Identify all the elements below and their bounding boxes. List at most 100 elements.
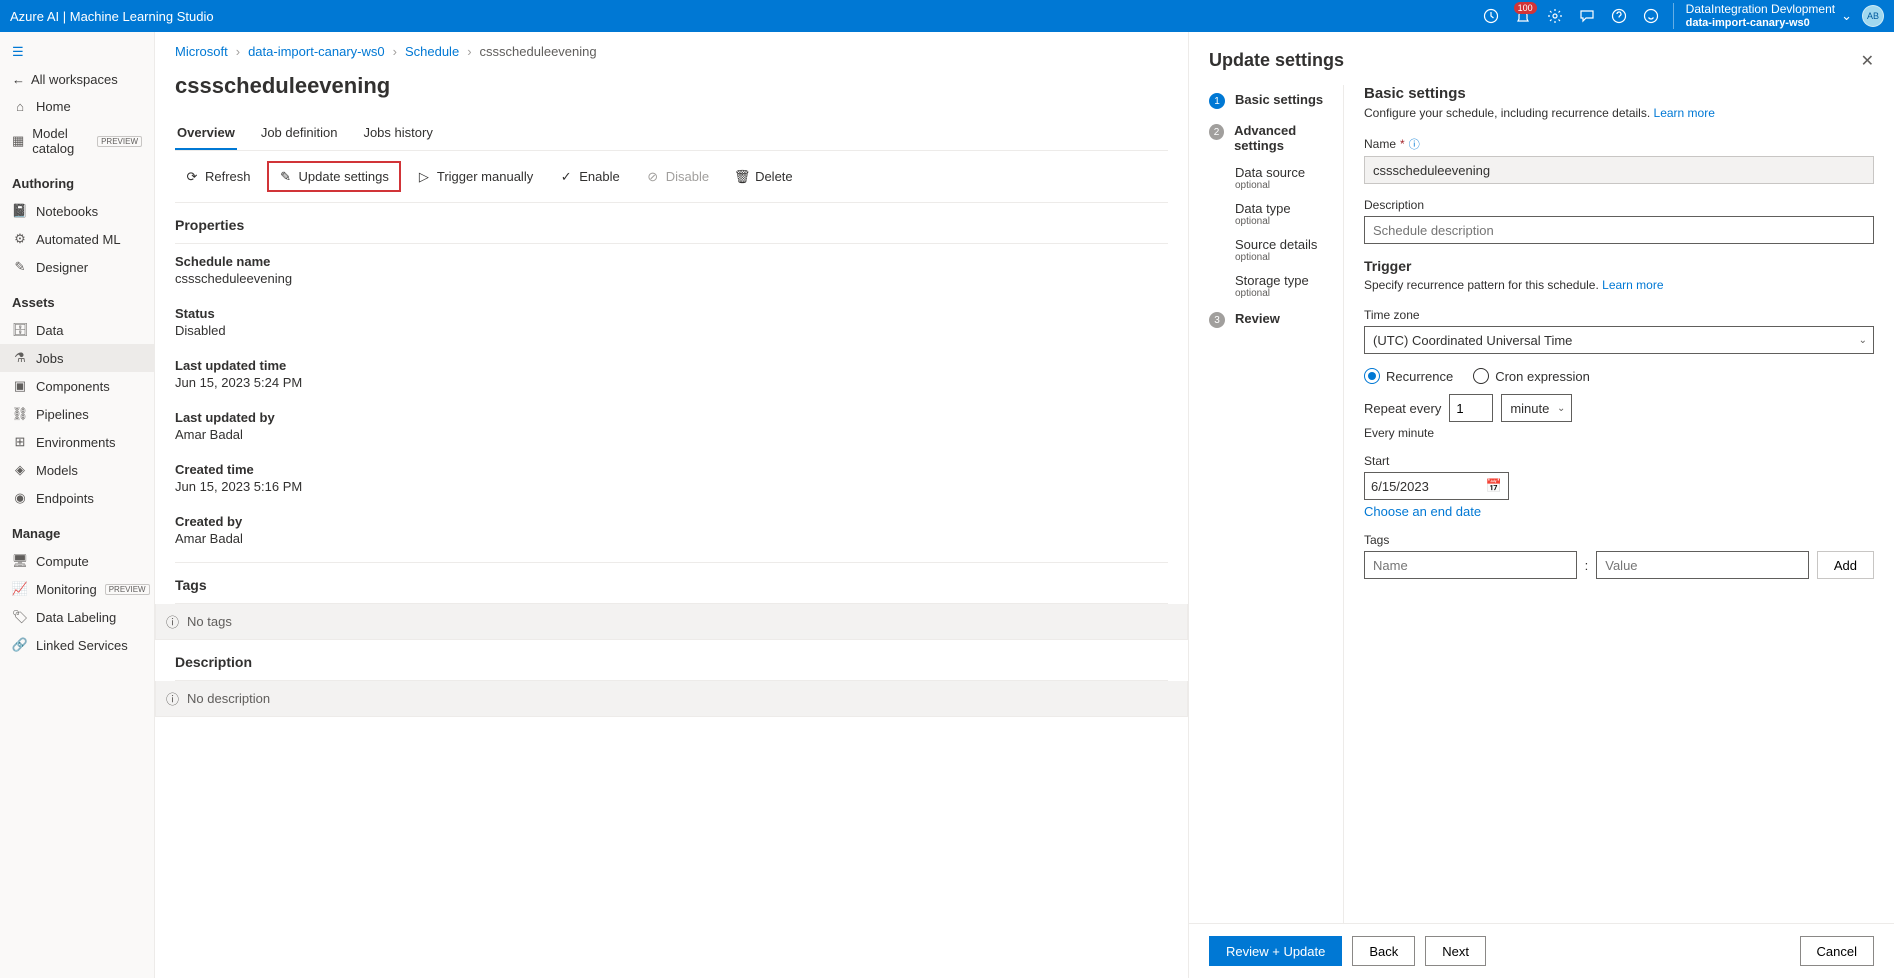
substep-source-details[interactable]: Source detailsoptional [1235, 232, 1343, 268]
sidebar-item-models[interactable]: ◈Models [0, 456, 154, 484]
substep-data-source[interactable]: Data sourceoptional [1235, 160, 1343, 196]
play-icon: ▷ [417, 170, 431, 184]
sidebar-item-components[interactable]: ▣ Components [0, 372, 154, 400]
tab-overview[interactable]: Overview [175, 117, 237, 150]
sidebar-item-pipelines[interactable]: ⛓Pipelines [0, 400, 154, 428]
section-authoring: Authoring [0, 162, 154, 197]
sidebar-item-compute[interactable]: 🖥 Compute [0, 547, 154, 575]
workspace-name: data-import-canary-ws0 [1686, 17, 1835, 29]
clock-icon[interactable] [1475, 0, 1507, 32]
choose-end-date-link[interactable]: Choose an end date [1364, 504, 1481, 519]
recurrence-radio[interactable]: Recurrence [1364, 368, 1453, 384]
trigger-heading: Trigger [1364, 258, 1874, 274]
refresh-button[interactable]: ⟳ Refresh [175, 161, 261, 192]
sidebar-item-label: Designer [36, 260, 88, 275]
sidebar-item-jobs[interactable]: ⚗Jobs [0, 344, 154, 372]
cron-radio[interactable]: Cron expression [1473, 368, 1590, 384]
settings-icon[interactable] [1539, 0, 1571, 32]
refresh-icon: ⟳ [185, 170, 199, 184]
sidebar-item-label: Model catalog [32, 126, 89, 156]
pencil-icon: ✎ [279, 170, 293, 184]
sidebar-item-label: Models [36, 463, 78, 478]
sidebar-item-home[interactable]: ⌂Home [0, 93, 154, 120]
sidebar-item-notebooks[interactable]: 📓Notebooks [0, 197, 154, 225]
breadcrumb-link[interactable]: Microsoft [175, 44, 228, 59]
learn-more-link[interactable]: Learn more [1602, 278, 1663, 292]
repeat-every-label: Repeat every [1364, 401, 1441, 416]
prop-label: Last updated by [175, 410, 1168, 425]
sidebar-item-data[interactable]: 🗄Data [0, 316, 154, 344]
sidebar-item-model-catalog[interactable]: ▦Model catalogPreview [0, 120, 154, 162]
repeat-unit-select[interactable]: minute⌄ [1501, 394, 1572, 422]
start-label: Start [1364, 454, 1389, 468]
tab-job-definition[interactable]: Job definition [259, 117, 340, 150]
start-date-input[interactable]: 6/15/2023📅 [1364, 472, 1509, 500]
tag-name-input[interactable] [1364, 551, 1577, 579]
disable-button: ⊘Disable [636, 161, 719, 192]
enable-button[interactable]: ✓ Enable [549, 161, 629, 192]
substep-data-type[interactable]: Data typeoptional [1235, 196, 1343, 232]
sidebar-item-label: Linked Services [36, 638, 128, 653]
hamburger-icon[interactable]: ☰ [0, 38, 154, 66]
main-content: Microsoft› data-import-canary-ws0› Sched… [155, 32, 1189, 978]
check-icon: ✓ [559, 170, 573, 184]
sidebar-item-label: Data Labeling [36, 610, 116, 625]
prop-label: Status [175, 306, 1168, 321]
form-description: Configure your schedule, including recur… [1364, 106, 1650, 120]
no-tags-placeholder: ⓘNo tags [155, 604, 1188, 640]
step-advanced-settings[interactable]: 2Advanced settings [1209, 116, 1343, 160]
step-basic-settings[interactable]: 1Basic settings [1209, 85, 1343, 116]
repeat-value-input[interactable] [1449, 394, 1493, 422]
name-input[interactable] [1364, 156, 1874, 184]
notifications-icon[interactable]: 100 [1507, 0, 1539, 32]
monitoring-icon: 📈 [12, 581, 28, 597]
add-tag-button[interactable]: Add [1817, 551, 1874, 579]
sidebar-item-endpoints[interactable]: ◉Endpoints [0, 484, 154, 512]
description-input[interactable] [1364, 216, 1874, 244]
close-icon[interactable]: ✕ [1861, 51, 1874, 71]
all-workspaces-link[interactable]: ← All workspaces [0, 66, 154, 93]
prop-label: Last updated time [175, 358, 1168, 373]
cancel-button[interactable]: Cancel [1800, 936, 1874, 966]
sidebar-item-monitoring[interactable]: 📈MonitoringPreview [0, 575, 154, 603]
compute-icon: 🖥 [12, 553, 28, 569]
directory-switcher[interactable]: DataIntegration Devlopment data-import-c… [1673, 3, 1852, 28]
substep-storage-type[interactable]: Storage typeoptional [1235, 268, 1343, 304]
trigger-manually-button[interactable]: ▷Trigger manually [407, 161, 543, 192]
sidebar-item-environments[interactable]: ⊞Environments [0, 428, 154, 456]
next-button[interactable]: Next [1425, 936, 1486, 966]
update-settings-button[interactable]: ✎Update settings [267, 161, 401, 192]
section-manage: Manage [0, 512, 154, 547]
avatar[interactable]: AB [1862, 5, 1884, 27]
timezone-select[interactable]: (UTC) Coordinated Universal Time⌄ [1364, 326, 1874, 354]
components-icon: ▣ [12, 378, 28, 394]
sidebar-item-automated-ml[interactable]: ⚙Automated ML [0, 225, 154, 253]
prop-label: Created time [175, 462, 1168, 477]
description-heading: Description [175, 640, 1168, 681]
sidebar-item-label: Automated ML [36, 232, 121, 247]
tool-label: Refresh [205, 169, 251, 184]
tab-jobs-history[interactable]: Jobs history [361, 117, 434, 150]
info-icon: ⓘ [166, 612, 179, 631]
sidebar-item-label: Compute [36, 554, 89, 569]
tool-label: Enable [579, 169, 619, 184]
sidebar-item-data-labeling[interactable]: 🏷Data Labeling [0, 603, 154, 631]
sidebar-item-designer[interactable]: ✎Designer [0, 253, 154, 281]
tag-value-input[interactable] [1596, 551, 1809, 579]
info-icon[interactable]: ⓘ [1409, 136, 1420, 152]
notification-badge: 100 [1514, 2, 1537, 14]
learn-more-link[interactable]: Learn more [1654, 106, 1715, 120]
feedback-icon[interactable] [1571, 0, 1603, 32]
review-update-button[interactable]: Review + Update [1209, 936, 1342, 966]
smile-icon[interactable] [1635, 0, 1667, 32]
sidebar-item-label: Notebooks [36, 204, 98, 219]
help-icon[interactable] [1603, 0, 1635, 32]
breadcrumb-link[interactable]: Schedule [405, 44, 459, 59]
back-button[interactable]: Back [1352, 936, 1415, 966]
timezone-value: (UTC) Coordinated Universal Time [1373, 333, 1572, 348]
delete-button[interactable]: 🗑Delete [725, 161, 803, 192]
sidebar-item-linked-services[interactable]: 🔗Linked Services [0, 631, 154, 659]
step-review[interactable]: 3Review [1209, 304, 1343, 335]
sidebar-item-label: Components [36, 379, 110, 394]
breadcrumb-link[interactable]: data-import-canary-ws0 [248, 44, 385, 59]
